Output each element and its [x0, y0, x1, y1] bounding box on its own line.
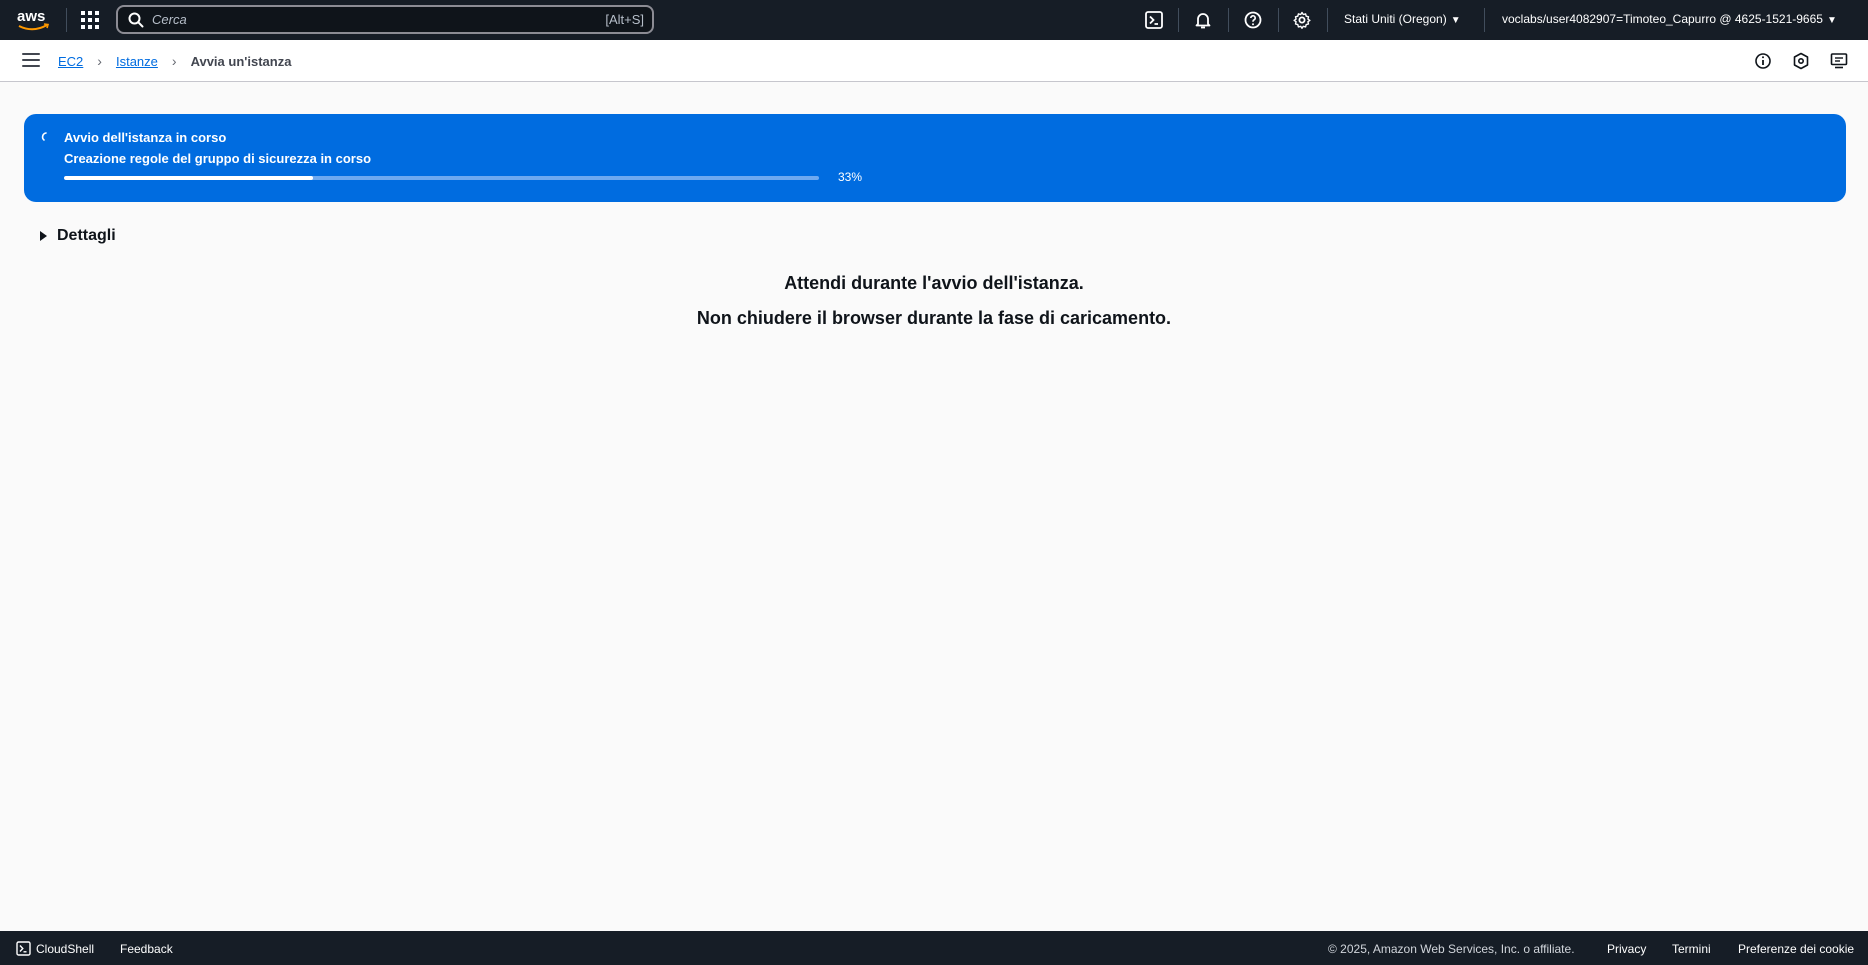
cloudshell-icon[interactable]: [1144, 10, 1164, 30]
launch-progress-flash: Avvio dell'istanza in corso Creazione re…: [24, 114, 1846, 202]
breadcrumb-bar: EC2 › Istanze › Avvia un'istanza: [0, 40, 1868, 82]
breadcrumb-ec2[interactable]: EC2: [58, 54, 83, 69]
feedback-monitor-icon[interactable]: [1830, 52, 1848, 70]
divider: [1484, 8, 1485, 32]
progress-percent: 33%: [838, 170, 863, 184]
breadcrumb: EC2 › Istanze › Avvia un'istanza: [58, 53, 291, 69]
divider: [1278, 8, 1279, 32]
services-menu-icon[interactable]: [80, 10, 100, 30]
flash-subtitle: Creazione regole del gruppo di sicurezza…: [64, 151, 372, 166]
search-shortcut-hint: [Alt+S]: [605, 12, 644, 27]
chevron-right-icon: ›: [171, 53, 177, 69]
divider: [1228, 8, 1229, 32]
aws-logo-icon[interactable]: aws: [14, 6, 52, 34]
cloudshell-icon: [16, 941, 31, 956]
breadcrumb-instances[interactable]: Istanze: [116, 54, 158, 69]
copyright-text: © 2025, Amazon Web Services, Inc. o affi…: [1328, 942, 1575, 956]
progress-bar: [64, 176, 819, 180]
flash-title: Avvio dell'istanza in corso: [64, 130, 227, 145]
search-box[interactable]: [Alt+S]: [116, 5, 654, 34]
breadcrumb-current: Avvia un'istanza: [190, 53, 292, 69]
loading-spinner-icon: [41, 132, 47, 141]
divider: [1178, 8, 1179, 32]
footer: CloudShell Feedback © 2025, Amazon Web S…: [0, 931, 1868, 965]
progress-bar-fill: [64, 176, 314, 180]
svg-text:aws: aws: [17, 8, 45, 25]
feedback-link[interactable]: Feedback: [120, 942, 173, 956]
divider: [1327, 8, 1328, 32]
top-navigation: aws [Alt+S] Stati Uniti (Oregon)▼: [0, 0, 1868, 40]
cookie-preferences-link[interactable]: Preferenze dei cookie: [1738, 942, 1854, 956]
search-icon: [128, 12, 144, 28]
region-selector[interactable]: Stati Uniti (Oregon) ▼: [1344, 12, 1461, 26]
hamburger-menu-icon[interactable]: [22, 53, 40, 69]
cloudshell-button[interactable]: CloudShell: [16, 941, 94, 956]
chevron-right-icon: ›: [97, 53, 102, 69]
account-menu[interactable]: voclabs/user4082907=Timoteo_Capurro @ 46…: [1502, 12, 1837, 26]
caret-down-icon: ▼: [1450, 15, 1461, 26]
browser-warning: Non chiudere il browser durante la fase …: [696, 308, 1172, 328]
divider: [66, 8, 67, 32]
privacy-link[interactable]: Privacy: [1607, 942, 1646, 956]
terms-link[interactable]: Termini: [1672, 942, 1711, 956]
details-expander[interactable]: Dettagli: [40, 227, 116, 245]
caret-down-icon: ▼: [1826, 15, 1837, 26]
search-input[interactable]: [152, 9, 552, 30]
gear-icon[interactable]: [1292, 10, 1312, 30]
shield-icon[interactable]: [1792, 52, 1810, 70]
bell-icon[interactable]: [1193, 10, 1213, 30]
info-icon[interactable]: [1754, 52, 1772, 70]
caret-right-icon: [40, 231, 47, 241]
help-icon[interactable]: [1243, 10, 1263, 30]
wait-message: Attendi durante l'avvio dell'istanza.: [784, 273, 1084, 293]
details-label: Dettagli: [57, 227, 116, 244]
